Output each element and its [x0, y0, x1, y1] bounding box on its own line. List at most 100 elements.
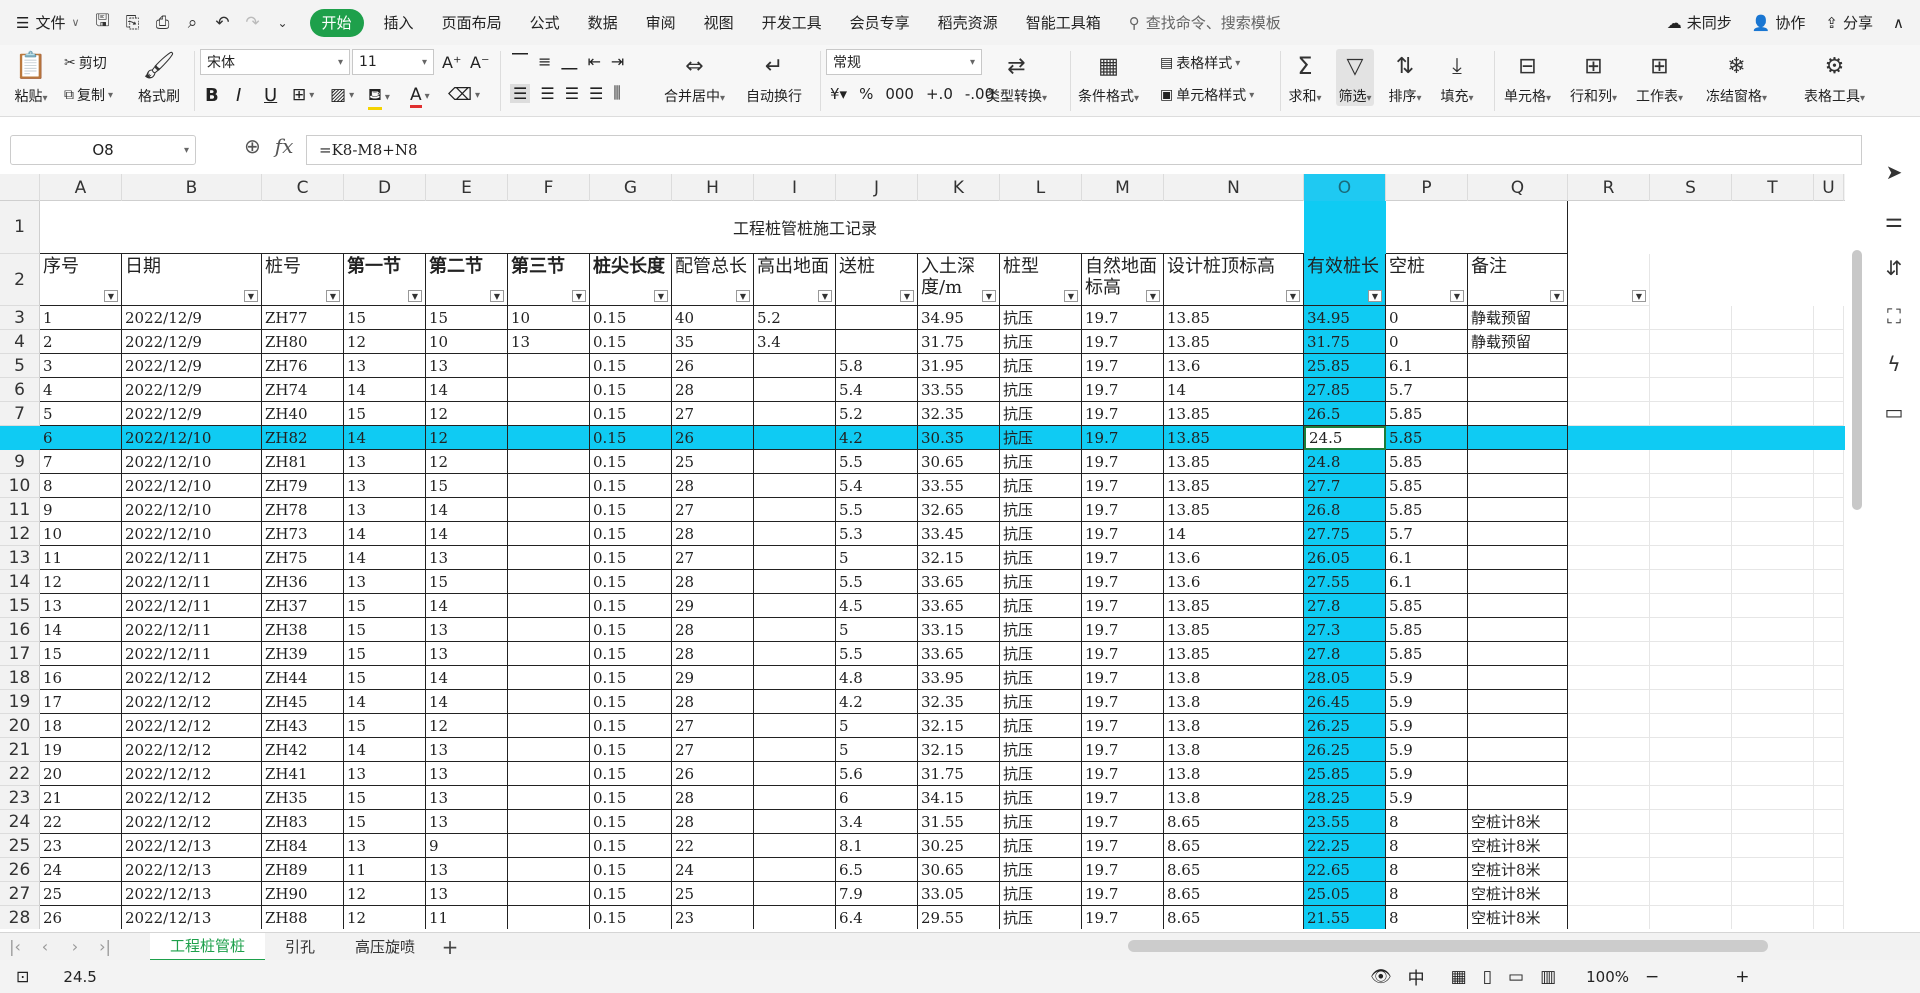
table-cell[interactable]: 19.7 — [1082, 642, 1164, 666]
conditional-format-button[interactable]: ▦ 条件格式▾ — [1078, 49, 1139, 106]
table-cell[interactable]: ZH76 — [262, 354, 344, 378]
sort-button[interactable]: ⇅ 排序▾ — [1388, 49, 1422, 106]
table-cell[interactable]: 0.15 — [590, 522, 672, 546]
column-header-S[interactable]: S — [1650, 174, 1732, 201]
table-cell[interactable]: 19.7 — [1082, 402, 1164, 426]
lightning-icon[interactable]: ϟ — [1887, 352, 1900, 376]
table-cell[interactable]: ZH74 — [262, 378, 344, 402]
table-cell[interactable]: 19.7 — [1082, 666, 1164, 690]
table-cell[interactable] — [508, 546, 590, 570]
table-cell[interactable] — [1468, 450, 1568, 474]
table-cell[interactable]: 14 — [426, 378, 508, 402]
empty-cell[interactable] — [1568, 330, 1650, 354]
table-cell[interactable]: 20 — [40, 762, 122, 786]
last-sheet-icon[interactable]: ›| — [90, 937, 120, 956]
table-cell[interactable]: 13.85 — [1164, 642, 1304, 666]
column-header-T[interactable]: T — [1732, 174, 1814, 201]
merge-center-button[interactable]: ⇔ 合并居中▾ — [664, 49, 725, 106]
table-cell[interactable]: 6.4 — [836, 906, 918, 929]
header-cell-6[interactable]: 桩尖长度 ▼ — [590, 254, 672, 306]
empty-cell[interactable] — [1732, 522, 1814, 546]
collapse-ribbon-button[interactable]: ∧ — [1893, 14, 1904, 32]
table-cell[interactable]: 13 — [426, 546, 508, 570]
table-cell[interactable]: 14 — [426, 594, 508, 618]
table-cell[interactable]: 19.7 — [1082, 498, 1164, 522]
table-cell[interactable]: 0.15 — [590, 378, 672, 402]
table-cell[interactable]: 7.9 — [836, 882, 918, 906]
thousands-icon[interactable]: 000 — [885, 85, 914, 103]
table-cell[interactable]: 12 — [40, 570, 122, 594]
table-cell[interactable]: 7 — [40, 450, 122, 474]
empty-cell[interactable] — [1814, 546, 1844, 570]
table-cell[interactable]: 8.65 — [1164, 906, 1304, 929]
table-cell[interactable] — [508, 498, 590, 522]
table-cell[interactable]: ZH79 — [262, 474, 344, 498]
normal-view-icon[interactable]: ▦ — [1451, 967, 1467, 987]
table-cell[interactable]: 13.85 — [1164, 306, 1304, 330]
table-cell[interactable] — [754, 882, 836, 906]
table-cell[interactable]: 2022/12/13 — [122, 882, 262, 906]
filter-dropdown-icon[interactable]: ▼ — [1146, 290, 1160, 302]
table-cell[interactable] — [508, 642, 590, 666]
table-cell[interactable]: 28 — [672, 522, 754, 546]
table-cell[interactable]: 静载预留 — [1468, 306, 1568, 330]
empty-cell[interactable] — [1732, 330, 1814, 354]
table-cell[interactable] — [1468, 474, 1568, 498]
table-cell[interactable]: 13 — [426, 354, 508, 378]
table-cell[interactable]: 13.85 — [1164, 450, 1304, 474]
table-cell[interactable]: 13 — [426, 882, 508, 906]
empty-cell[interactable] — [1568, 498, 1650, 522]
table-cell[interactable]: 19.7 — [1082, 474, 1164, 498]
table-cell[interactable]: 0.15 — [590, 618, 672, 642]
shade-button[interactable]: ▨ ▾ — [330, 85, 354, 105]
table-cell[interactable] — [754, 738, 836, 762]
table-cell[interactable]: ZH36 — [262, 570, 344, 594]
table-cell[interactable]: 抗压 — [1000, 666, 1082, 690]
table-cell[interactable] — [754, 594, 836, 618]
table-cell[interactable] — [508, 906, 590, 929]
table-cell[interactable]: 6.5 — [836, 858, 918, 882]
table-cell[interactable]: 5.7 — [1386, 378, 1468, 402]
tab-7[interactable]: 开发工具 — [748, 0, 836, 45]
empty-cell[interactable] — [1814, 354, 1844, 378]
tab-4[interactable]: 数据 — [574, 0, 632, 45]
table-cell[interactable]: 5.9 — [1386, 666, 1468, 690]
table-cell[interactable] — [508, 786, 590, 810]
table-cell[interactable]: ZH42 — [262, 738, 344, 762]
table-cell[interactable]: 26.05 — [1304, 546, 1386, 570]
table-cell[interactable]: 27 — [672, 498, 754, 522]
empty-cell[interactable] — [1814, 882, 1844, 906]
table-cell[interactable]: ZH37 — [262, 594, 344, 618]
empty-cell[interactable] — [1568, 786, 1650, 810]
command-search[interactable]: ⚲ 查找命令、搜索模板 — [1129, 12, 1281, 33]
table-cell[interactable]: 10 — [508, 306, 590, 330]
table-cell[interactable]: 2022/12/12 — [122, 666, 262, 690]
table-cell[interactable]: 5.2 — [836, 402, 918, 426]
table-cell[interactable]: 31.75 — [918, 330, 1000, 354]
column-header-G[interactable]: G — [590, 174, 672, 201]
table-cell[interactable]: 6.1 — [1386, 570, 1468, 594]
column-header-P[interactable]: P — [1386, 174, 1468, 201]
table-cell[interactable] — [508, 858, 590, 882]
table-cell[interactable]: 28 — [672, 378, 754, 402]
empty-cell[interactable] — [1814, 402, 1844, 426]
table-cell[interactable]: ZH84 — [262, 834, 344, 858]
table-cell[interactable]: 30.65 — [918, 450, 1000, 474]
empty-cell[interactable] — [1732, 834, 1814, 858]
horizontal-scrollbar[interactable] — [1128, 940, 1768, 952]
table-cell[interactable]: 14 — [426, 666, 508, 690]
table-cell[interactable] — [754, 906, 836, 929]
table-cell[interactable]: 0.15 — [590, 858, 672, 882]
table-cell[interactable]: 27.75 — [1304, 522, 1386, 546]
filter-dropdown-icon[interactable]: ▼ — [408, 290, 422, 302]
table-cell[interactable]: 40 — [672, 306, 754, 330]
table-cell[interactable]: 抗压 — [1000, 594, 1082, 618]
table-cell[interactable]: 空桩计8米 — [1468, 906, 1568, 929]
table-cell[interactable]: 0.15 — [590, 714, 672, 738]
table-cell[interactable]: 27.7 — [1304, 474, 1386, 498]
more-icon[interactable]: ⌄ — [270, 10, 296, 36]
table-cell[interactable]: 28 — [672, 810, 754, 834]
border-button[interactable]: ⊞ ▾ — [292, 85, 314, 105]
table-cell[interactable]: 14 — [344, 738, 426, 762]
table-cell[interactable]: 23.55 — [1304, 810, 1386, 834]
